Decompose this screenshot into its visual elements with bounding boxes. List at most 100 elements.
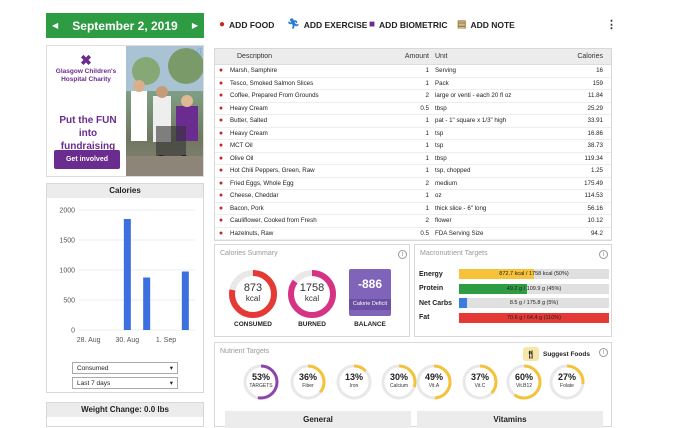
row-unit: thick slice - 6" long	[435, 204, 487, 212]
macro-label: Net Carbs	[419, 299, 453, 307]
table-row[interactable]: ● Coffee, Prepared From Grounds 2 large or …	[215, 90, 611, 103]
row-calories: 159	[592, 79, 603, 87]
burned-value: 1758	[299, 282, 325, 294]
nutrient-targets-info-icon[interactable]: i	[599, 348, 608, 357]
calorie-bar	[181, 271, 189, 330]
table-row[interactable]: ● Heavy Cream 0.5 tbsp 25.29	[215, 103, 611, 115]
y-tick-label: 1500	[59, 238, 75, 245]
apple-icon: ●	[218, 154, 224, 162]
table-row[interactable]: ● Bacon, Pork 1 thick slice - 6" long 56.16	[215, 203, 611, 215]
apple-icon: ●	[218, 217, 224, 225]
apple-icon: ●	[218, 204, 224, 212]
next-day-icon[interactable]: ▶	[192, 21, 198, 30]
macro-targets-info-icon[interactable]: i	[599, 250, 608, 259]
ad-info-icon[interactable]: ⓘ	[197, 47, 203, 57]
nutrient-ring[interactable]: 30% Calcium	[380, 363, 418, 406]
row-description: Marsh, Samphire	[230, 67, 278, 75]
calories-summary-panel: Calories Summary 873 kcal 1758 kcal CONS…	[214, 244, 410, 337]
more-options-icon[interactable]: ⋮	[606, 18, 617, 31]
table-row[interactable]: ● Hazelnuts, Raw 0.5 FDA Serving Size 94.2	[215, 228, 611, 240]
row-unit: large or venti - each 20 fl oz	[435, 92, 512, 100]
row-description: MCT Oil	[230, 142, 253, 150]
macro-progress-bar: 8.5 g / 175.8 g (5%)	[459, 298, 609, 308]
row-description: Hazelnuts, Raw	[230, 229, 274, 237]
suggest-foods-button[interactable]: 🍴︎ Suggest Foods	[523, 347, 590, 361]
get-involved-button[interactable]: Get involved	[54, 150, 120, 169]
add-exercise-button[interactable]: 🏃︎ ADD EXERCISE	[287, 19, 367, 30]
tab-vitamins[interactable]: Vitamins	[417, 411, 603, 428]
charity-cross-icon: ✖	[80, 52, 92, 68]
apple-icon: ●	[218, 104, 224, 112]
metric-select[interactable]: Consumed ▾	[72, 362, 178, 374]
nutrient-percent: 13%	[344, 372, 363, 382]
header-unit: Unit	[435, 53, 448, 60]
table-row[interactable]: ● Cauliflower, Cooked from Fresh 2 flower 10…	[215, 215, 611, 228]
add-biometric-button[interactable]: ■ ADD BIOMETRIC	[369, 19, 448, 30]
ad-headline: Put the FUN into fundraising	[59, 115, 117, 152]
add-note-button[interactable]: ▤ ADD NOTE	[457, 19, 515, 30]
table-row[interactable]: ● Tesco, Smoked Salmon Slices 1 Pack 159	[215, 78, 611, 90]
food-diary-table: Description Amount Unit Calories ● Marsh,…	[214, 48, 612, 241]
row-amount: 2	[425, 217, 429, 225]
header-description: Description	[237, 53, 273, 60]
row-description: Heavy Cream	[230, 129, 268, 137]
nutrient-ring[interactable]: 27% Folate	[548, 363, 586, 406]
nutrient-ring[interactable]: 53% TARGETS	[242, 363, 280, 406]
nutrient-ring[interactable]: 60% Vit.B12	[505, 363, 543, 406]
nutrient-name: TARGETS	[249, 383, 273, 389]
table-row[interactable]: ● Cheese, Cheddar 1 oz 114.53	[215, 190, 611, 203]
calories-summary-info-icon[interactable]: i	[398, 250, 407, 259]
row-amount: 1	[425, 67, 429, 75]
table-row[interactable]: ● Olive Oil 1 tbsp 119.34	[215, 153, 611, 165]
ad-text-area: ✖ Glasgow Children's Hospital Charity Pu…	[47, 46, 126, 176]
macro-progress-bar: 872.7 kcal / 1758 kcal (50%)	[459, 269, 609, 279]
range-select[interactable]: Last 7 days ▾	[72, 377, 178, 389]
row-unit: tsp	[435, 142, 444, 150]
row-calories: 11.84	[587, 92, 603, 100]
row-unit: medium	[435, 179, 458, 187]
macro-targets-title: Macronutrient Targets	[420, 250, 488, 257]
table-row[interactable]: ● Heavy Cream 1 tsp 16.86	[215, 128, 611, 140]
apple-icon: ●	[218, 229, 224, 237]
row-amount: 0.5	[420, 104, 429, 112]
nutrient-ring[interactable]: 49% Vit.A	[415, 363, 453, 406]
table-row[interactable]: ● Hot Chili Peppers, Green, Raw 1 tsp, chop…	[215, 165, 611, 178]
current-date[interactable]: September 2, 2019	[72, 19, 177, 33]
macro-row: Net Carbs 8.5 g / 175.8 g (5%)	[419, 298, 609, 308]
tab-general[interactable]: General	[225, 411, 411, 428]
row-unit: Serving	[435, 67, 456, 75]
balance-sub: Calorie Deficit	[349, 299, 391, 310]
suggest-foods-label: Suggest Foods	[543, 350, 590, 358]
row-description: Tesco, Smoked Salmon Slices	[230, 79, 314, 87]
apple-icon: ●	[218, 79, 224, 87]
advertisement[interactable]: ✖ Glasgow Children's Hospital Charity Pu…	[46, 45, 204, 177]
nutrient-ring[interactable]: 36% Fiber	[289, 363, 327, 406]
calories-bar-chart: 2000 1500 1000 500 028. Aug 30. Aug 1. Sep	[59, 208, 195, 344]
row-description: Butter, Salted	[230, 117, 268, 125]
nutrient-targets-title: Nutrient Targets	[220, 348, 270, 355]
nutrient-ring[interactable]: 13% Iron	[335, 363, 373, 406]
macro-row: Protein 49.2 g / 109.9 g (45%)	[419, 283, 609, 294]
table-row[interactable]: ● Marsh, Samphire 1 Serving 16	[215, 65, 611, 78]
table-row[interactable]: ● Butter, Salted 1 pat - 1" square x 1/3" h…	[215, 115, 611, 128]
macro-progress-text: 49.2 g / 109.9 g (45%)	[506, 285, 562, 292]
row-description: Cheese, Cheddar	[230, 192, 279, 200]
apple-icon: ●	[218, 117, 224, 125]
nutrient-ring[interactable]: 37% Vit.C	[461, 363, 499, 406]
table-header: Description Amount Unit Calories	[215, 49, 611, 65]
consumed-unit: kcal	[245, 293, 261, 303]
add-food-button[interactable]: ● ADD FOOD	[219, 19, 274, 30]
table-row[interactable]: ● Fried Eggs, Whole Egg 2 medium 175.49	[215, 178, 611, 190]
add-biometric-label: ADD BIOMETRIC	[379, 19, 448, 30]
table-row[interactable]: ● MCT Oil 1 tsp 38.73	[215, 140, 611, 153]
prev-day-icon[interactable]: ◀	[52, 21, 58, 30]
macro-progress-bar: 70.6 g / 64.4 g (110%)	[459, 312, 609, 323]
row-amount: 1	[425, 154, 429, 162]
row-calories: 16	[596, 67, 603, 75]
row-description: Coffee, Prepared From Grounds	[230, 92, 319, 100]
macro-row: Fat 70.6 g / 64.4 g (110%)	[419, 312, 609, 323]
row-description: Olive Oil	[230, 154, 254, 162]
metric-chevron-down-icon: ▾	[169, 365, 173, 372]
macro-row: Energy 872.7 kcal / 1758 kcal (50%)	[419, 269, 609, 279]
balance-value: -886	[357, 277, 383, 291]
